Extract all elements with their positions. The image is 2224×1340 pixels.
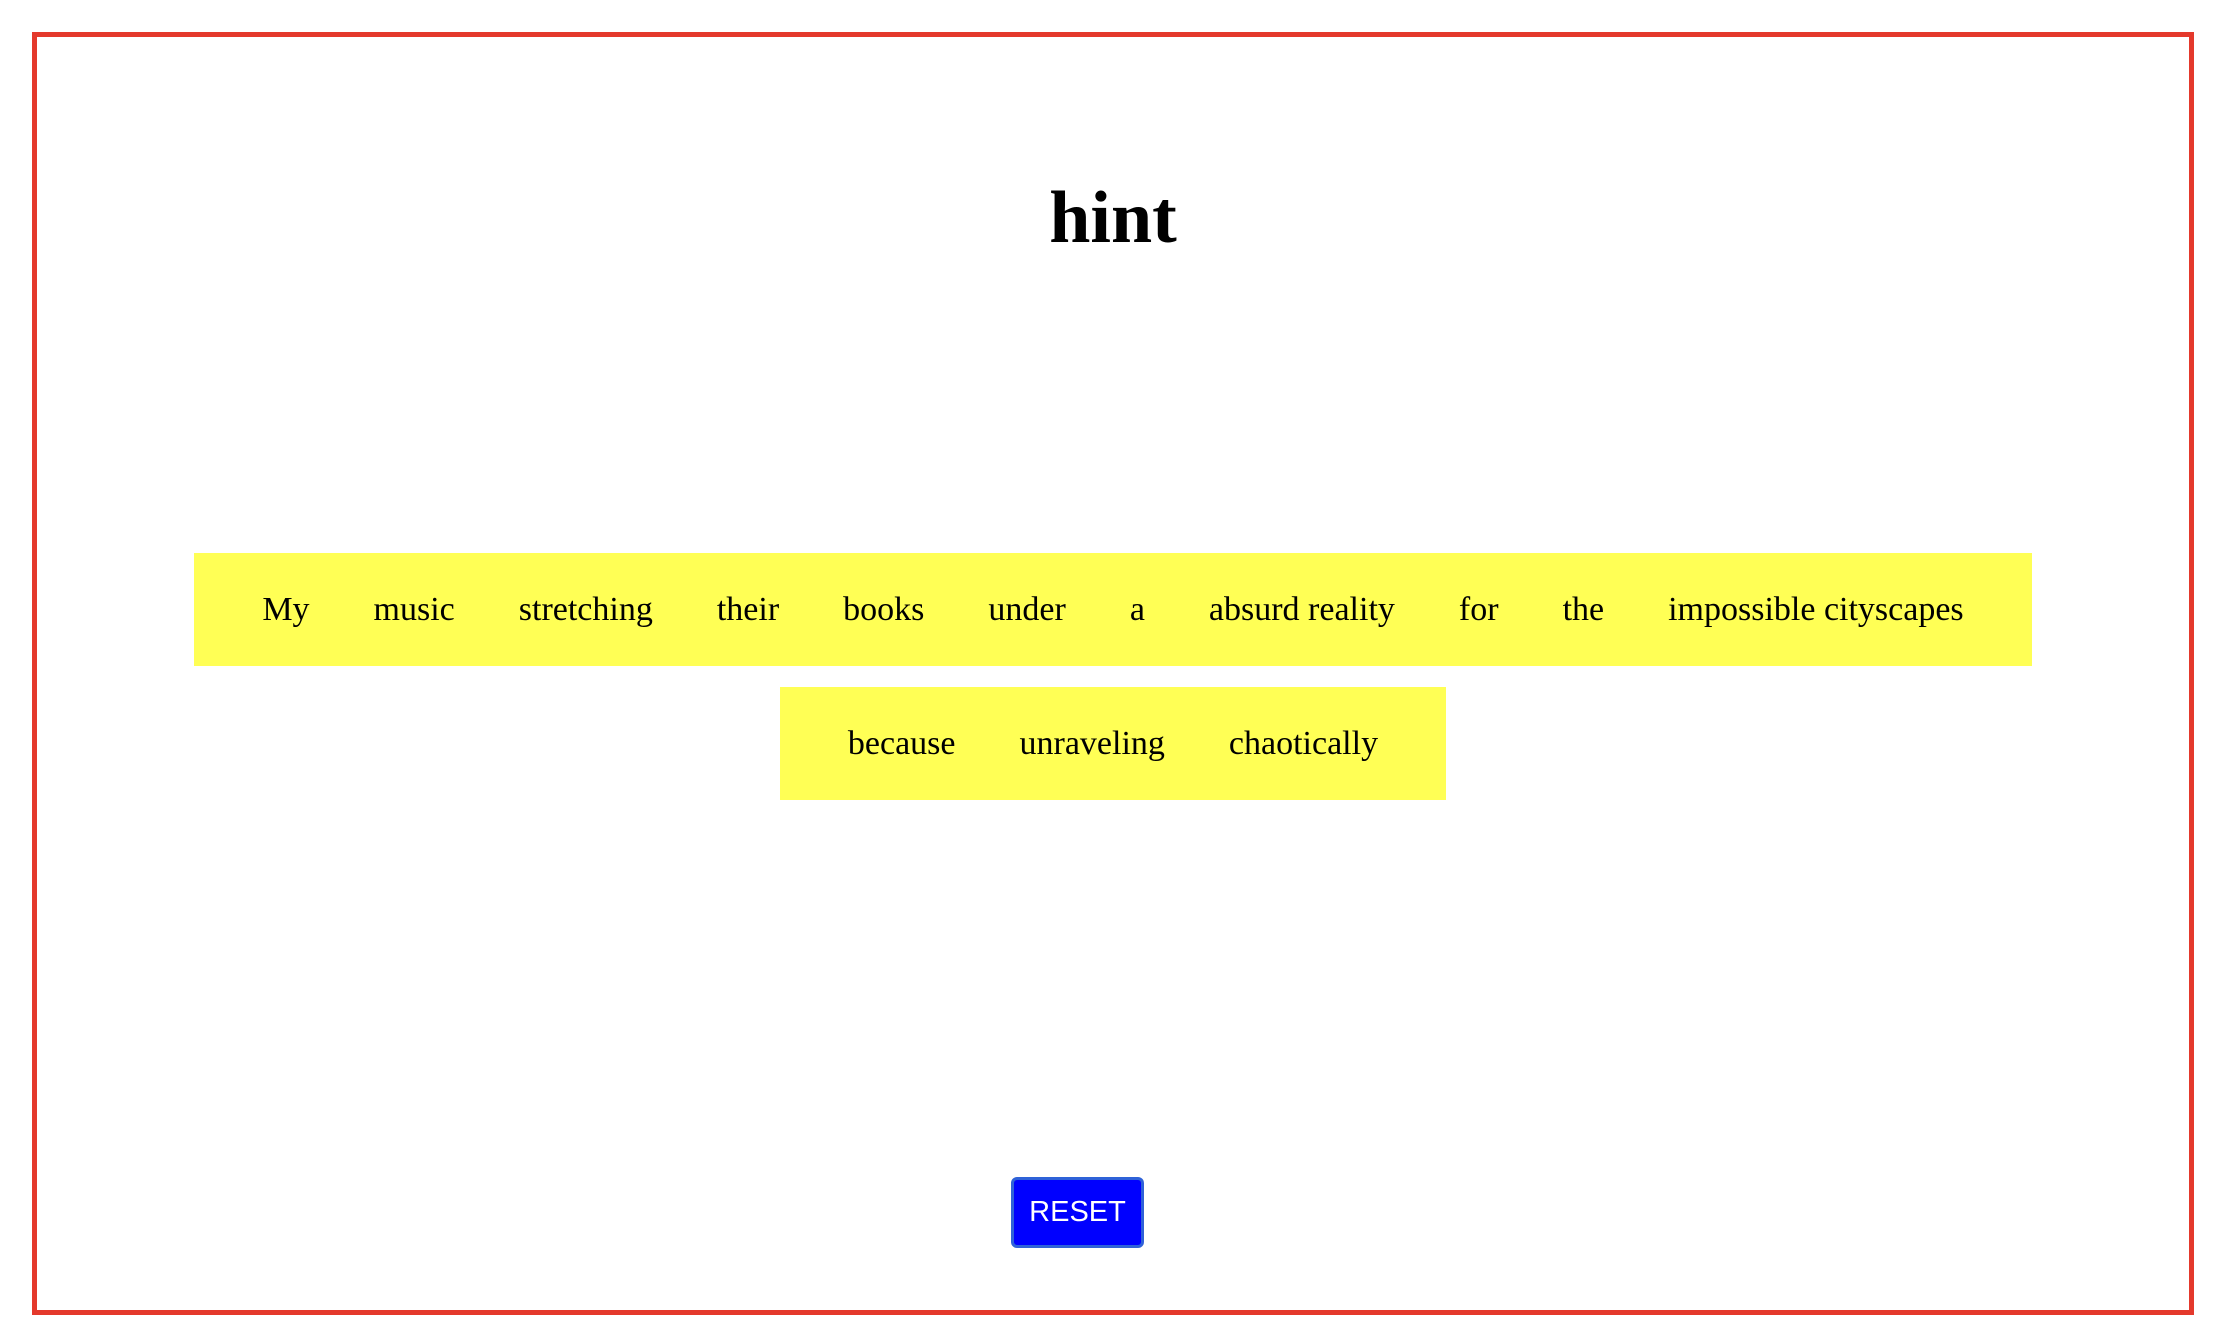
- word-tile[interactable]: a: [1098, 591, 1177, 629]
- word-tile[interactable]: chaotically: [1197, 725, 1410, 763]
- word-tile[interactable]: absurd reality: [1177, 591, 1427, 629]
- word-tile[interactable]: their: [685, 591, 811, 629]
- word-box-2: because unraveling chaotically: [779, 687, 1447, 800]
- game-frame: hint My music stretching their books und…: [32, 32, 2194, 1315]
- reset-button[interactable]: RESET: [1011, 1177, 1144, 1248]
- word-row-1: My music stretching their books under a …: [37, 553, 2189, 666]
- word-tile[interactable]: music: [342, 591, 487, 629]
- word-tile[interactable]: books: [811, 591, 956, 629]
- word-row-2: because unraveling chaotically: [37, 687, 2189, 800]
- word-tile[interactable]: under: [956, 591, 1097, 629]
- word-tile[interactable]: stretching: [487, 591, 685, 629]
- word-box-1: My music stretching their books under a …: [194, 553, 2032, 666]
- word-tile[interactable]: because: [816, 725, 988, 763]
- word-tile[interactable]: My: [230, 591, 341, 629]
- word-tile[interactable]: for: [1427, 591, 1531, 629]
- word-tile[interactable]: impossible cityscapes: [1636, 591, 1996, 629]
- word-tile[interactable]: the: [1531, 591, 1637, 629]
- page-title: hint: [1049, 177, 1177, 259]
- word-tile[interactable]: unraveling: [988, 725, 1197, 763]
